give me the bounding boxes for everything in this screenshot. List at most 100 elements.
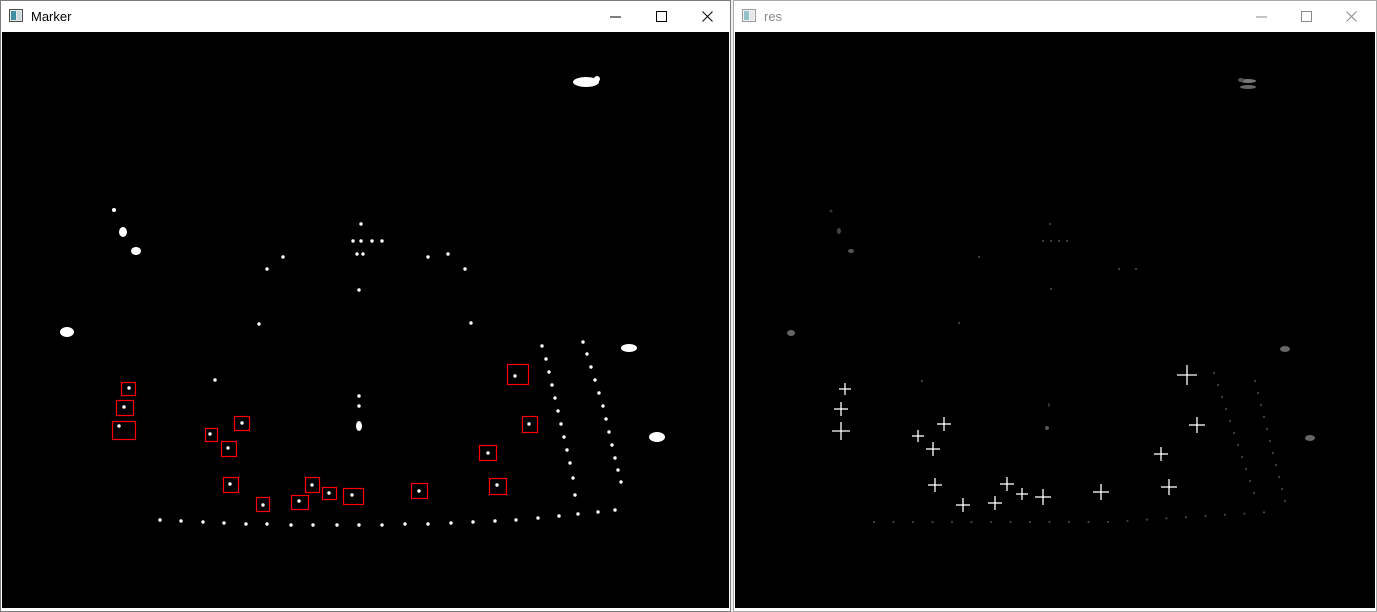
dot <box>1252 491 1256 495</box>
dot <box>1274 463 1278 467</box>
marker-box <box>290 494 310 511</box>
dot <box>201 520 205 524</box>
blob <box>1240 85 1256 89</box>
dot <box>1253 379 1257 383</box>
marker-image-canvas[interactable] <box>2 32 729 608</box>
dot <box>493 519 497 523</box>
dot <box>446 252 450 256</box>
dot <box>311 523 315 527</box>
marker-titlebar[interactable]: Marker <box>1 1 730 32</box>
blob <box>848 249 854 253</box>
dot <box>1057 239 1061 243</box>
blob <box>1238 78 1244 82</box>
dot <box>257 322 261 326</box>
marker-boxes <box>111 363 539 513</box>
dot <box>597 391 601 395</box>
dot <box>931 520 934 524</box>
dot <box>536 516 540 520</box>
maximize-button[interactable] <box>1284 1 1330 32</box>
dot <box>1145 518 1149 521</box>
dot <box>553 396 557 400</box>
dot <box>550 383 554 387</box>
marker-box <box>488 477 508 496</box>
dot <box>417 489 421 493</box>
close-button[interactable] <box>1329 1 1375 32</box>
dot <box>361 252 365 256</box>
dot <box>350 493 354 497</box>
dot <box>357 394 361 398</box>
dot <box>244 522 248 526</box>
app-icon <box>9 9 23 22</box>
dot <box>208 432 212 436</box>
dot <box>426 522 430 526</box>
dot <box>601 404 605 408</box>
dot <box>513 374 517 378</box>
dot <box>1220 395 1224 399</box>
dot <box>989 520 993 524</box>
marker-window[interactable]: Marker <box>0 0 731 612</box>
dot <box>950 520 954 524</box>
blob <box>131 247 141 255</box>
dot <box>359 239 363 243</box>
res-titlebar[interactable]: res <box>734 1 1376 32</box>
blob <box>112 208 116 212</box>
dot <box>370 239 374 243</box>
minimize-button[interactable] <box>1239 1 1285 32</box>
dot <box>607 430 611 434</box>
dot <box>122 405 126 409</box>
dot <box>596 510 600 514</box>
dot <box>240 421 244 425</box>
dot <box>1240 455 1244 459</box>
dot <box>1224 407 1228 411</box>
blob <box>594 76 600 82</box>
dot <box>1009 520 1012 524</box>
blob <box>787 330 795 336</box>
res-blobs <box>787 78 1315 524</box>
dot <box>1232 431 1236 435</box>
dot <box>593 378 597 382</box>
dot <box>281 255 285 259</box>
dot <box>1041 239 1045 243</box>
dot <box>1106 520 1110 524</box>
dot <box>571 476 575 480</box>
minimize-icon <box>610 16 621 18</box>
dot <box>1259 403 1263 407</box>
dot <box>1243 512 1246 515</box>
cross-marker <box>1035 489 1051 505</box>
close-icon <box>702 11 713 22</box>
res-image-canvas[interactable] <box>735 32 1375 608</box>
dot <box>310 483 314 487</box>
dot <box>222 521 226 525</box>
res-window[interactable]: res <box>733 0 1377 612</box>
marker-image <box>60 76 665 527</box>
window-title: Marker <box>31 9 72 24</box>
marker-box <box>506 363 530 386</box>
cross-marker <box>1016 488 1028 500</box>
window-title: res <box>764 9 783 24</box>
dot <box>892 520 895 524</box>
dot <box>1028 520 1032 524</box>
dot <box>426 255 430 259</box>
dot <box>1087 520 1090 524</box>
dot <box>1265 427 1269 431</box>
cross-marker <box>1177 365 1197 385</box>
dot <box>1049 239 1053 243</box>
dot <box>1184 516 1188 519</box>
blob <box>356 421 362 431</box>
marker-blobs <box>60 76 665 527</box>
dot <box>335 523 339 527</box>
minimize-button[interactable] <box>593 1 639 32</box>
blob <box>1280 346 1290 352</box>
dot <box>127 386 131 390</box>
dot <box>1280 487 1284 491</box>
dot <box>1067 520 1071 524</box>
dot <box>604 417 608 421</box>
dot <box>619 480 623 484</box>
dot <box>359 222 363 226</box>
blob <box>60 327 74 337</box>
close-button[interactable] <box>685 1 731 32</box>
dot <box>351 239 355 243</box>
dot <box>179 519 183 523</box>
dot <box>1126 519 1129 522</box>
maximize-button[interactable] <box>639 1 685 32</box>
